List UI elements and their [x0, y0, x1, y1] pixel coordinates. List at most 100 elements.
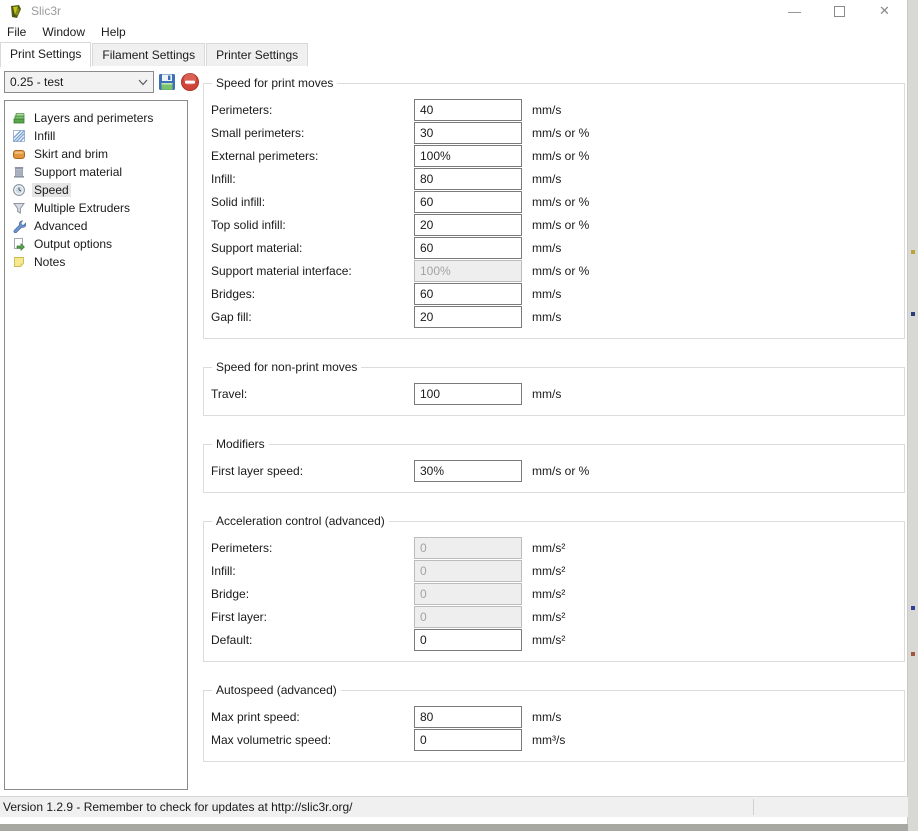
save-preset-button[interactable]	[157, 72, 177, 92]
setting-row-support-material: Support material: mm/s	[211, 236, 904, 259]
tree-item-support-material[interactable]: Support material	[5, 163, 187, 181]
print-settings-page: 0.25 - test	[0, 66, 907, 796]
unit-label: mm/s or %	[532, 195, 589, 209]
slic3r-window: Slic3r — ✕ File Window Help Print Settin…	[0, 0, 908, 824]
max-print-speed-input[interactable]	[414, 706, 522, 728]
unit-label: mm/s	[532, 387, 561, 401]
setting-row-bridges: Bridges: mm/s	[211, 282, 904, 305]
unit-label: mm/s	[532, 103, 561, 117]
default-acceleration-input[interactable]	[414, 629, 522, 651]
first-layer-acceleration-input	[414, 606, 522, 628]
desktop-edge-strip	[908, 0, 918, 831]
group-modifiers: Modifiers First layer speed: mm/s or %	[203, 437, 905, 493]
setting-row-top-solid-infill: Top solid infill: mm/s or %	[211, 213, 904, 236]
setting-row-max-volumetric-speed: Max volumetric speed: mm³/s	[211, 728, 904, 751]
setting-row-accel-default: Default: mm/s²	[211, 628, 904, 651]
preset-value: 0.25 - test	[10, 75, 138, 89]
skirt-icon	[12, 147, 26, 161]
desktop-speck	[911, 250, 915, 254]
tree-item-infill[interactable]: Infill	[5, 127, 187, 145]
window-title: Slic3r	[31, 4, 61, 18]
delete-preset-button[interactable]	[180, 72, 200, 92]
group-autospeed: Autospeed (advanced) Max print speed: mm…	[203, 683, 905, 762]
first-layer-speed-input[interactable]	[414, 460, 522, 482]
external-perimeters-speed-input[interactable]	[414, 145, 522, 167]
left-panel: 0.25 - test	[4, 70, 200, 790]
setting-label: Support material interface:	[211, 264, 414, 278]
unit-label: mm/s²	[532, 564, 565, 578]
max-volumetric-speed-input[interactable]	[414, 729, 522, 751]
solid-infill-speed-input[interactable]	[414, 191, 522, 213]
perimeters-acceleration-input	[414, 537, 522, 559]
setting-label: Travel:	[211, 387, 414, 401]
small-perimeters-speed-input[interactable]	[414, 122, 522, 144]
extruders-icon	[12, 201, 26, 215]
desktop-speck	[911, 606, 915, 610]
unit-label: mm/s or %	[532, 464, 589, 478]
minimize-button[interactable]: —	[772, 0, 817, 22]
setting-label: Perimeters:	[211, 103, 414, 117]
gap-fill-speed-input[interactable]	[414, 306, 522, 328]
menu-file[interactable]: File	[1, 23, 36, 42]
setting-row-perimeters: Perimeters: mm/s	[211, 98, 904, 121]
setting-row-support-material-interface: Support material interface: mm/s or %	[211, 259, 904, 282]
floppy-disk-icon	[157, 72, 177, 92]
maximize-button[interactable]	[817, 0, 862, 22]
bridges-speed-input[interactable]	[414, 283, 522, 305]
infill-icon	[12, 129, 26, 143]
unit-label: mm/s	[532, 710, 561, 724]
tab-filament-settings[interactable]: Filament Settings	[92, 43, 205, 66]
setting-row-infill: Infill: mm/s	[211, 167, 904, 190]
tree-item-multiple-extruders[interactable]: Multiple Extruders	[5, 199, 187, 217]
setting-label: External perimeters:	[211, 149, 414, 163]
setting-row-travel: Travel: mm/s	[211, 382, 904, 405]
output-icon	[12, 237, 26, 251]
maximize-icon	[834, 6, 845, 17]
setting-label: First layer speed:	[211, 464, 414, 478]
tree-item-layers-and-perimeters[interactable]: Layers and perimeters	[5, 109, 187, 127]
setting-label: Solid infill:	[211, 195, 414, 209]
tree-item-skirt-and-brim[interactable]: Skirt and brim	[5, 145, 187, 163]
close-button[interactable]: ✕	[862, 0, 907, 22]
menu-window[interactable]: Window	[36, 23, 95, 42]
preset-row: 0.25 - test	[4, 70, 200, 94]
menu-help[interactable]: Help	[95, 23, 136, 42]
tree-item-notes[interactable]: Notes	[5, 253, 187, 271]
group-title: Autospeed (advanced)	[212, 683, 341, 697]
setting-label: Infill:	[211, 564, 414, 578]
bridge-acceleration-input	[414, 583, 522, 605]
setting-label: Small perimeters:	[211, 126, 414, 140]
tree-item-label: Infill	[32, 129, 57, 143]
titlebar: Slic3r — ✕	[0, 0, 907, 22]
desktop-speck	[911, 652, 915, 656]
desktop-speck	[911, 312, 915, 316]
support-material-speed-input[interactable]	[414, 237, 522, 259]
unit-label: mm/s or %	[532, 264, 589, 278]
chevron-down-icon	[138, 77, 148, 87]
setting-label: Infill:	[211, 172, 414, 186]
infill-acceleration-input	[414, 560, 522, 582]
preset-dropdown[interactable]: 0.25 - test	[4, 71, 154, 93]
top-solid-infill-speed-input[interactable]	[414, 214, 522, 236]
tree-item-label: Advanced	[32, 219, 89, 233]
wrench-icon	[12, 219, 26, 233]
statusbar: Version 1.2.9 - Remember to check for up…	[0, 796, 908, 817]
setting-label: Perimeters:	[211, 541, 414, 555]
perimeters-speed-input[interactable]	[414, 99, 522, 121]
unit-label: mm/s²	[532, 541, 565, 555]
tab-printer-settings[interactable]: Printer Settings	[206, 43, 308, 66]
infill-speed-input[interactable]	[414, 168, 522, 190]
tree-item-speed[interactable]: Speed	[5, 181, 187, 199]
travel-speed-input[interactable]	[414, 383, 522, 405]
tab-print-settings[interactable]: Print Settings	[0, 42, 91, 67]
tree-item-label: Multiple Extruders	[32, 201, 132, 215]
note-icon	[12, 255, 26, 269]
slic3r-logo-icon	[8, 4, 24, 20]
red-minus-circle-icon	[180, 72, 200, 92]
unit-label: mm/s	[532, 241, 561, 255]
tree-item-advanced[interactable]: Advanced	[5, 217, 187, 235]
tree-item-label: Notes	[32, 255, 67, 269]
tree-item-output-options[interactable]: Output options	[5, 235, 187, 253]
unit-label: mm/s²	[532, 633, 565, 647]
unit-label: mm³/s	[532, 733, 565, 747]
